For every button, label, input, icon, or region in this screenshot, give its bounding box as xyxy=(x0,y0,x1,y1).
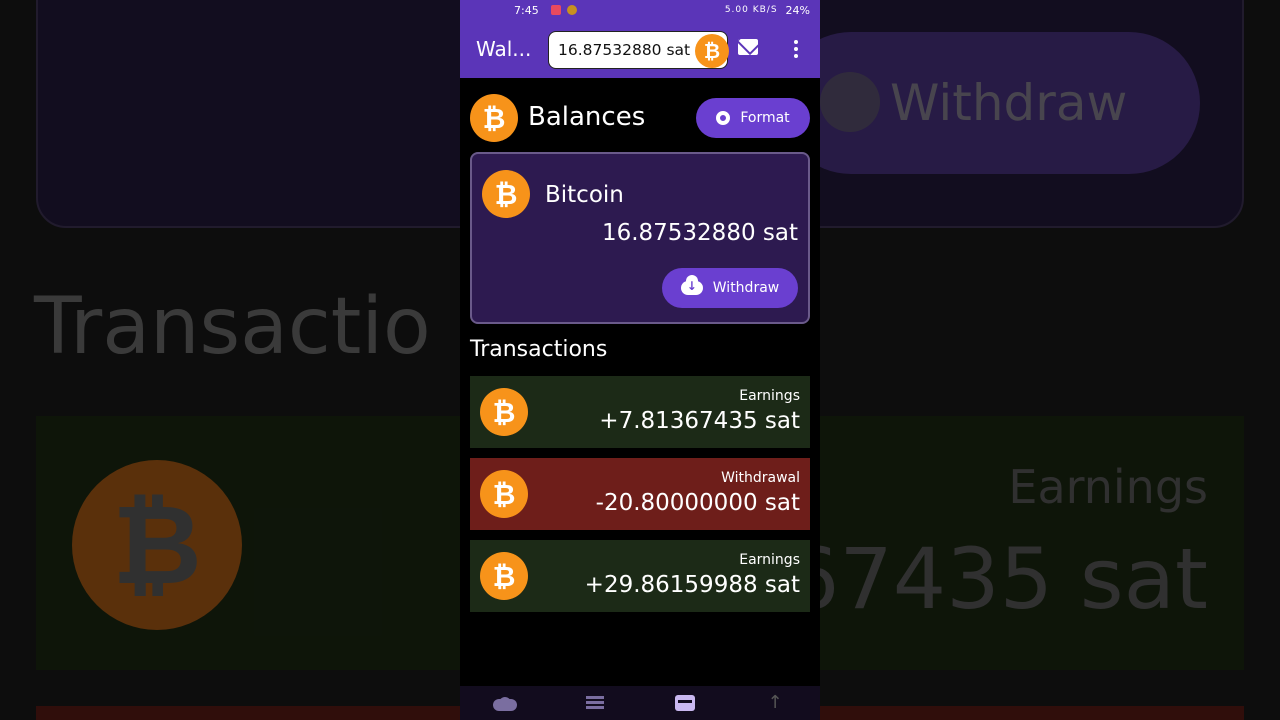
wallet-name: Bitcoin xyxy=(545,182,624,208)
bitcoin-icon: ₿ xyxy=(695,34,729,68)
transactions-heading: Transactions xyxy=(470,337,608,362)
cloud-download-icon xyxy=(680,275,703,295)
bitcoin-icon: ₿ xyxy=(480,470,528,518)
phone-screen: 7:45 5.00 KB/S 24% Wal... 16.87532880 sa… xyxy=(460,0,820,720)
transaction-row[interactable]: ₿ Withdrawal -20.80000000 sat xyxy=(470,458,810,530)
balances-header: ₿ Balances Format xyxy=(470,94,810,142)
bitcoin-wallet-card[interactable]: ₿ Bitcoin 16.87532880 sat Withdraw xyxy=(470,152,810,324)
more-vert-icon[interactable] xyxy=(794,40,798,58)
nav-item-wallet[interactable] xyxy=(673,695,697,711)
transaction-row[interactable]: ₿ Earnings +29.86159988 sat xyxy=(470,540,810,612)
balance-chip-amount: 16.87532880 sat xyxy=(558,41,691,59)
nav-item-cloud[interactable] xyxy=(493,695,517,711)
withdraw-label: Withdraw xyxy=(712,280,780,296)
list-icon xyxy=(586,696,604,710)
arrow-up-icon: ↑ xyxy=(767,692,783,713)
notification-icon xyxy=(566,5,577,15)
transaction-row[interactable]: ₿ Earnings +7.81367435 sat xyxy=(470,376,810,448)
bitcoin-icon: ₿ xyxy=(482,170,530,218)
balances-heading: Balances xyxy=(528,102,646,132)
status-bar: 7:45 5.00 KB/S 24% xyxy=(460,0,820,20)
app-title: Wal... xyxy=(476,37,532,61)
gear-icon xyxy=(716,111,731,125)
transaction-type: Withdrawal xyxy=(721,470,800,486)
wallet-amount: 16.87532880 sat xyxy=(601,220,798,246)
status-time: 7:45 xyxy=(514,3,539,17)
mail-icon[interactable] xyxy=(738,39,758,55)
withdraw-button[interactable]: Withdraw xyxy=(662,268,798,308)
format-button[interactable]: Format xyxy=(696,98,810,138)
transaction-type: Earnings xyxy=(739,388,800,404)
nav-item-list[interactable] xyxy=(583,695,607,711)
battery-level: 24% xyxy=(785,3,810,17)
bitcoin-icon: ₿ xyxy=(480,388,528,436)
bitcoin-icon: ₿ xyxy=(480,552,528,600)
transaction-amount: +7.81367435 sat xyxy=(599,408,800,434)
format-label: Format xyxy=(740,110,790,126)
balance-chip[interactable]: 16.87532880 sat ₿ xyxy=(548,31,729,69)
transaction-type: Earnings xyxy=(739,552,800,568)
wallet-icon xyxy=(675,695,695,711)
cloud-icon xyxy=(493,697,517,711)
transaction-amount: +29.86159988 sat xyxy=(584,572,800,598)
network-speed: 5.00 KB/S xyxy=(724,5,778,15)
app-bar: Wal... 16.87532880 sat ₿ xyxy=(460,20,820,78)
transaction-amount: -20.80000000 sat xyxy=(595,490,800,516)
notification-icon xyxy=(550,5,561,15)
bitcoin-icon: ₿ xyxy=(470,94,518,142)
bottom-navigation: ↑ xyxy=(460,686,820,720)
nav-item-up[interactable]: ↑ xyxy=(763,692,787,713)
